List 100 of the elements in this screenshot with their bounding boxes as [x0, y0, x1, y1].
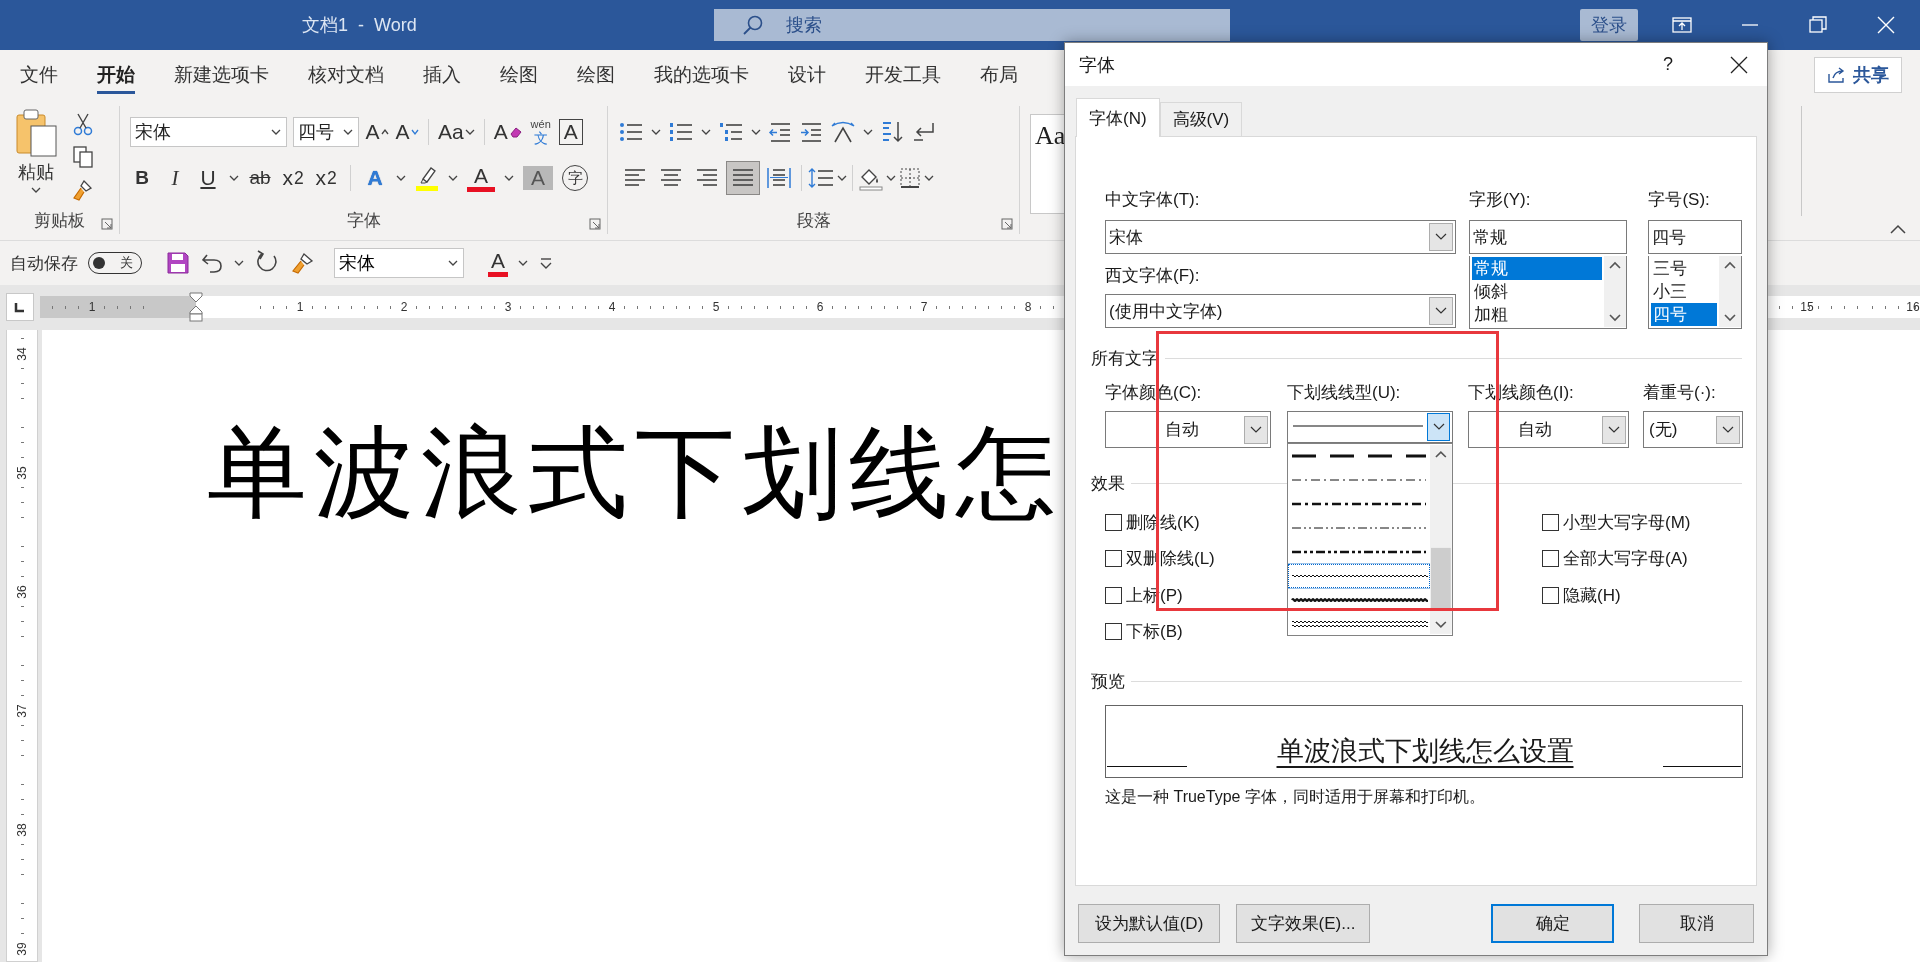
help-button[interactable]: ?	[1648, 54, 1688, 75]
checkbox-label[interactable]: 隐藏(H)	[1563, 583, 1621, 607]
ribbon-tab[interactable]: 核对文档	[308, 56, 384, 94]
search-field[interactable]: 搜索	[714, 9, 1230, 41]
ribbon-tab[interactable]: 设计	[788, 56, 826, 94]
customize-toolbar-icon[interactable]	[538, 256, 554, 270]
borders-icon[interactable]	[898, 166, 922, 190]
dialog-button[interactable]: 文字效果(E)...	[1236, 904, 1370, 943]
character-shading-button[interactable]: A	[523, 166, 553, 190]
caret-icon[interactable]	[924, 174, 934, 182]
checkbox[interactable]	[1105, 550, 1122, 568]
justify-icon[interactable]	[726, 161, 760, 195]
dialog-button[interactable]: 取消	[1639, 904, 1754, 943]
bold-button[interactable]: B	[130, 163, 154, 193]
decrease-indent-icon[interactable]	[768, 120, 792, 144]
checkbox-label[interactable]: 小型大写字母(M)	[1563, 510, 1691, 534]
change-case-button[interactable]: Aa	[438, 117, 475, 147]
caret-icon[interactable]	[271, 128, 281, 136]
ribbon-tab[interactable]: 布局	[980, 56, 1018, 94]
font-style-field[interactable]: 常规	[1469, 220, 1628, 254]
list-item[interactable]: 四号	[1651, 303, 1717, 326]
format-painter-icon[interactable]	[72, 178, 94, 202]
underline-color-combo[interactable]: 自动	[1468, 411, 1629, 448]
italic-button[interactable]: I	[163, 163, 187, 193]
caret-icon[interactable]	[518, 259, 528, 267]
list-item[interactable]: 常规	[1472, 257, 1603, 280]
scroll-bar[interactable]	[1719, 256, 1741, 327]
strikethrough-button[interactable]: ab	[248, 163, 272, 193]
restore-icon[interactable]	[1809, 16, 1827, 34]
caret-icon[interactable]	[448, 174, 458, 182]
list-item[interactable]: 小三	[1651, 280, 1717, 303]
scroll-bar[interactable]	[1604, 256, 1627, 327]
multilevel-list-icon[interactable]	[718, 120, 744, 144]
dialog-tab[interactable]: 字体(N)	[1076, 98, 1160, 137]
font-size-combo[interactable]: 四号	[293, 117, 359, 147]
increase-indent-icon[interactable]	[799, 120, 823, 144]
caret-icon[interactable]	[31, 186, 41, 194]
ribbon-tab[interactable]: 文件	[20, 56, 58, 94]
checkbox[interactable]	[1542, 513, 1559, 531]
checkbox-label[interactable]: 下标(B)	[1126, 620, 1183, 644]
caret-icon[interactable]	[229, 174, 239, 182]
caret-icon[interactable]	[343, 128, 353, 136]
scroll-bar[interactable]	[1430, 444, 1452, 635]
checkbox-label[interactable]: 全部大写字母(A)	[1563, 547, 1688, 571]
font-color-button[interactable]: A	[467, 164, 495, 192]
sort-icon[interactable]	[880, 120, 904, 144]
show-marks-icon[interactable]	[911, 120, 937, 144]
dialog-tab[interactable]: 高级(V)	[1159, 102, 1243, 136]
list-item[interactable]: 加粗	[1472, 303, 1603, 326]
caret-icon[interactable]	[886, 174, 896, 182]
checkbox[interactable]	[1542, 586, 1559, 604]
checkbox[interactable]	[1542, 550, 1559, 568]
sign-in-button[interactable]: 登录	[1580, 9, 1638, 41]
copy-icon[interactable]	[72, 145, 94, 169]
checkbox[interactable]	[1105, 513, 1122, 531]
list-item[interactable]: 倾斜	[1472, 280, 1603, 303]
caret-icon[interactable]	[701, 128, 711, 136]
font-name-combo[interactable]: 宋体	[334, 248, 464, 278]
shrink-font-button[interactable]: A	[395, 117, 419, 147]
indent-marker-icon[interactable]	[189, 292, 203, 322]
text-effects-button[interactable]: A	[363, 163, 387, 193]
clear-formatting-button[interactable]: A	[493, 117, 523, 147]
underline-button[interactable]: U	[196, 163, 220, 193]
font-name-combo[interactable]: 宋体	[130, 117, 287, 147]
ribbon-tab[interactable]: 绘图	[500, 56, 538, 94]
caret-icon[interactable]	[504, 174, 514, 182]
share-button[interactable]: 共享	[1814, 57, 1902, 93]
emphasis-mark-combo[interactable]: (无)	[1643, 411, 1743, 448]
asian-layout-icon[interactable]	[830, 120, 856, 144]
dialog-launcher-icon[interactable]	[589, 218, 601, 230]
ribbon-display-icon[interactable]	[1672, 16, 1692, 34]
caret-icon[interactable]	[837, 174, 847, 182]
caret-icon[interactable]	[234, 259, 244, 267]
grow-font-button[interactable]: A	[365, 117, 389, 147]
tab-stop-icon[interactable]	[14, 301, 26, 313]
list-item[interactable]: 三号	[1651, 257, 1717, 280]
close-icon[interactable]	[1730, 55, 1748, 74]
save-icon[interactable]	[166, 251, 190, 275]
dialog-button[interactable]: 设为默认值(D)	[1078, 904, 1220, 943]
dialog-button[interactable]: 确定	[1491, 904, 1614, 943]
phonetic-guide-button[interactable]: wén 文	[528, 117, 553, 147]
dialog-launcher-icon[interactable]	[101, 218, 113, 230]
ribbon-tab[interactable]: 开始	[97, 56, 135, 94]
checkbox[interactable]	[1105, 623, 1122, 641]
font-combo[interactable]: (使用中文字体)	[1105, 294, 1456, 328]
font-color-button[interactable]: A	[488, 249, 508, 277]
ribbon-tab[interactable]: 绘图	[577, 56, 615, 94]
cut-icon[interactable]	[72, 112, 94, 136]
paste-icon[interactable]	[14, 108, 58, 158]
numbering-icon[interactable]	[668, 120, 694, 144]
line-spacing-icon[interactable]	[807, 166, 835, 190]
ribbon-tab[interactable]: 我的选项卡	[654, 56, 749, 94]
font-size-field[interactable]: 四号	[1648, 220, 1742, 254]
bullets-icon[interactable]	[618, 120, 644, 144]
caret-icon[interactable]	[863, 128, 873, 136]
font-color-combo[interactable]: 自动	[1105, 411, 1271, 448]
caret-icon[interactable]	[651, 128, 661, 136]
ribbon-tab[interactable]: 插入	[423, 56, 461, 94]
caret-icon[interactable]	[751, 128, 761, 136]
ribbon-tab[interactable]: 开发工具	[865, 56, 941, 94]
